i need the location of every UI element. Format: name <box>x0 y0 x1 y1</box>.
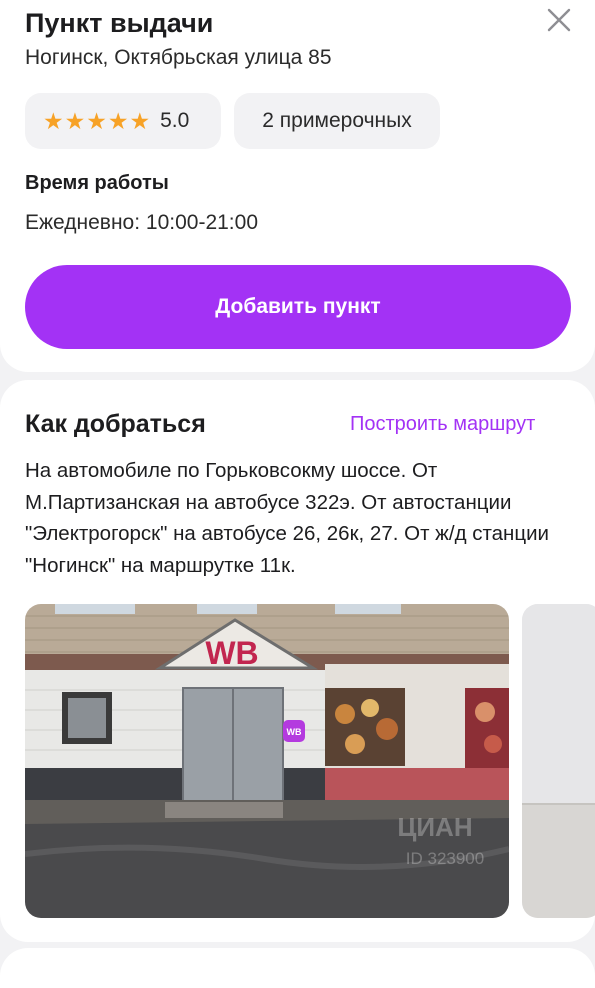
star-icon: ★ <box>129 107 151 134</box>
rating-value: 5.0 <box>160 109 190 132</box>
star-icon: ★ <box>43 107 64 134</box>
wb-sign-text: WB <box>205 635 258 671</box>
rating-chip[interactable]: ★ ★ ★ ★ ★ 5.0 <box>25 93 221 149</box>
close-icon[interactable] <box>545 6 573 34</box>
star-icon: ★ <box>86 107 107 134</box>
watermark-id: ID 323900 <box>406 849 484 868</box>
address-text: Ногинск, Октябрьская улица 85 <box>25 46 332 69</box>
page-title: Пункт выдачи <box>25 8 214 38</box>
next-card <box>0 948 595 988</box>
route-title: Как добраться <box>25 410 206 438</box>
fitting-rooms-chip: 2 примерочных <box>234 93 440 149</box>
watermark-text: ЦИАН <box>397 812 472 842</box>
rating-stars: ★ ★ ★ ★ ★ <box>43 107 151 134</box>
hours-text: Ежедневно: 10:00-21:00 <box>25 211 258 234</box>
hours-title: Время работы <box>25 172 169 194</box>
add-point-button[interactable]: Добавить пункт <box>25 265 571 349</box>
star-icon: ★ <box>107 107 129 134</box>
pickup-point-card: Пункт выдачи Ногинск, Октябрьская улица … <box>0 0 595 372</box>
route-description: На автомобиле по Горьковсокму шоссе. От … <box>25 459 550 577</box>
build-route-link[interactable]: Построить маршрут <box>350 413 535 436</box>
wb-badge-text: WB <box>287 727 302 737</box>
storefront-photo[interactable]: WB WB ЦИАН ID 323900 <box>25 604 509 918</box>
star-icon: ★ <box>64 107 86 134</box>
next-photo-preview[interactable] <box>522 604 595 918</box>
route-card: Как добраться Построить маршрут На автом… <box>0 380 595 942</box>
fitting-rooms-label: 2 примерочных <box>262 109 412 132</box>
